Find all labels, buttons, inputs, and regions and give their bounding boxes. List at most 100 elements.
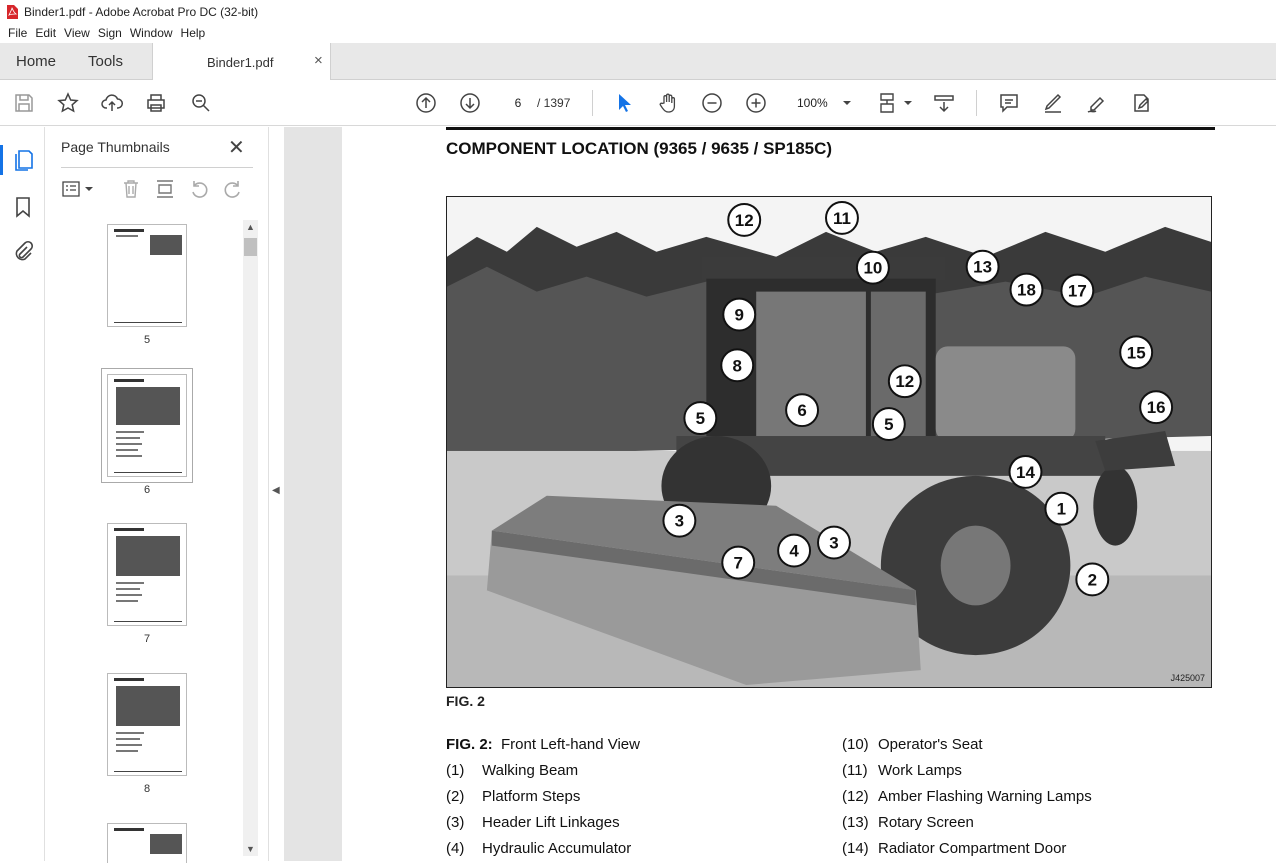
svg-text:14: 14 (1016, 463, 1035, 482)
menu-help[interactable]: Help (177, 26, 210, 40)
thumb-text-line (116, 594, 142, 596)
callout-6: 6 (785, 393, 820, 428)
scroll-down-icon[interactable]: ▼ (246, 844, 255, 854)
select-cursor-icon[interactable] (612, 91, 636, 115)
callout-3: 3 (662, 503, 697, 538)
thumbnail-label: 7 (143, 633, 151, 645)
insert-page-icon[interactable] (153, 177, 177, 201)
menu-edit[interactable]: Edit (31, 26, 60, 40)
callout-14: 14 (1008, 454, 1043, 489)
thumb-text-line (116, 582, 144, 584)
hand-tool-icon[interactable] (656, 91, 680, 115)
menu-file[interactable]: File (4, 26, 31, 40)
callout-1: 1 (1044, 491, 1079, 526)
svg-text:15: 15 (1127, 343, 1146, 362)
zoom-out-icon[interactable] (700, 91, 724, 115)
callout-11: 11 (825, 200, 859, 235)
comment-icon[interactable] (997, 91, 1021, 115)
pdf-page: COMPONENT LOCATION (9365 / 9635 / SP185C… (342, 127, 1276, 861)
page-display-icon[interactable] (878, 91, 912, 115)
thumb-text-line (116, 431, 144, 433)
delete-icon[interactable] (119, 177, 143, 201)
prev-page-icon[interactable] (414, 91, 438, 115)
rail-active-indicator (0, 145, 3, 175)
panel-toolbar (61, 177, 261, 203)
upload-icon[interactable] (100, 91, 124, 115)
rotate-left-icon[interactable] (187, 177, 211, 201)
thumb-heading (114, 528, 144, 531)
callout-10: 10 (855, 250, 890, 285)
thumb-text-line (116, 455, 142, 457)
scroll-up-icon[interactable]: ▲ (246, 222, 255, 232)
menu-window[interactable]: Window (126, 26, 177, 40)
thumbnail-label: 6 (143, 484, 151, 496)
thumb-heading (114, 379, 144, 382)
tab-document[interactable]: Binder1.pdf × (152, 43, 331, 81)
thumb-heading (114, 229, 144, 232)
page-thumbnail-6[interactable] (101, 368, 193, 483)
zoom-select[interactable]: 100% (789, 92, 857, 114)
highlight-pen-icon[interactable] (1041, 91, 1065, 115)
rotate-right-icon[interactable] (221, 177, 245, 201)
callout-12: 12 (727, 202, 762, 237)
thumb-heading (114, 678, 144, 681)
windrower-photo-illustration: J425007 12 1110 1318 17915812165 6514134 372 (447, 197, 1211, 687)
scrollbar-thumb[interactable] (244, 238, 257, 256)
print-icon[interactable] (144, 91, 168, 115)
scroll-mode-icon[interactable] (932, 91, 956, 115)
find-zoom-icon[interactable] (189, 91, 213, 115)
save-icon[interactable] (12, 91, 36, 115)
svg-text:18: 18 (1017, 281, 1036, 300)
tab-tools[interactable]: Tools (88, 53, 123, 70)
next-page-icon[interactable] (458, 91, 482, 115)
page-number-input[interactable]: 6 (505, 92, 531, 114)
page-thumbnail-8[interactable] (107, 673, 187, 776)
legend-number: (14) (842, 840, 869, 857)
thumbnails-scrollbar[interactable]: ▲ ▼ (243, 220, 258, 856)
svg-text:6: 6 (797, 401, 806, 420)
svg-text:2: 2 (1088, 570, 1097, 589)
zoom-in-icon[interactable] (744, 91, 768, 115)
thumb-image (116, 387, 180, 425)
tab-document-label: Binder1.pdf (207, 55, 274, 70)
bookmarks-icon[interactable] (11, 195, 35, 219)
machine-photo: J425007 12 11 10 13 18 17 9 15 8 12 16 5 6 5 14 1 3 4 3 7 2 (446, 196, 1212, 688)
attachments-icon[interactable] (11, 240, 35, 264)
bookmark-star-icon[interactable] (56, 91, 80, 115)
legend-text: Operator's Seat (878, 736, 983, 753)
callout-8: 8 (720, 348, 755, 383)
options-menu-icon[interactable] (61, 177, 95, 201)
panel-divider (61, 167, 253, 168)
legend-number: (4) (446, 840, 465, 857)
callout-4: 4 (777, 533, 812, 568)
tab-home[interactable]: Home (16, 53, 56, 70)
svg-text:16: 16 (1147, 398, 1166, 417)
svg-text:5: 5 (696, 409, 705, 428)
tab-close-icon[interactable]: × (314, 52, 323, 69)
page-thumbnail-5[interactable] (107, 224, 187, 327)
svg-text:9: 9 (735, 306, 744, 325)
legend-text: Radiator Compartment Door (878, 840, 1067, 857)
legend-text: Hydraulic Accumulator (482, 840, 632, 857)
menu-sign[interactable]: Sign (94, 26, 126, 40)
sign-icon[interactable] (1085, 91, 1109, 115)
collapse-arrow-icon: ◀ (272, 485, 280, 496)
thumb-text-line (116, 744, 142, 746)
close-icon[interactable]: ✕ (228, 135, 245, 160)
thumb-text-line (116, 600, 138, 602)
toolbar-divider (976, 90, 977, 116)
menu-view[interactable]: View (60, 26, 94, 40)
callout-5: 5 (871, 407, 906, 442)
thumb-heading (114, 828, 144, 831)
page-thumbnails-icon[interactable] (11, 148, 35, 172)
page-thumbnail-partial[interactable] (107, 823, 187, 863)
page-thumbnail-7[interactable] (107, 523, 187, 626)
thumb-image (116, 686, 180, 726)
edit-pdf-icon[interactable] (1129, 91, 1153, 115)
left-rail (0, 127, 45, 861)
callout-3: 3 (817, 525, 851, 560)
image-code: J425007 (1171, 673, 1205, 683)
legend-number: (12) (842, 788, 869, 805)
callout-16: 16 (1139, 390, 1174, 425)
panel-collapse-handle[interactable]: ◀ (268, 127, 284, 861)
